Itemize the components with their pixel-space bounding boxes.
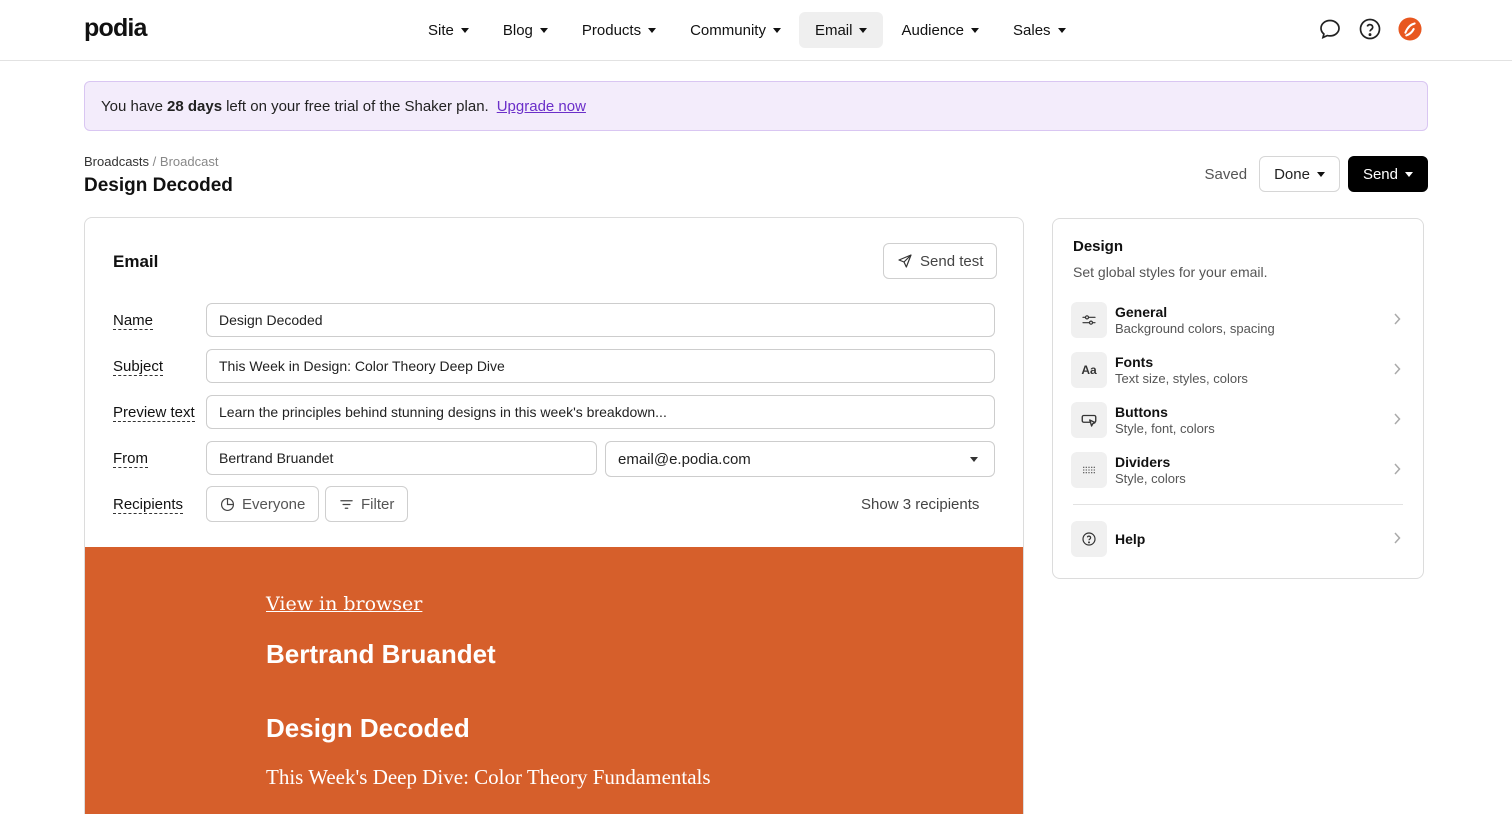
- chevron-right-icon: [1394, 413, 1401, 425]
- caret-down-icon: [970, 457, 978, 462]
- help-icon[interactable]: [1358, 17, 1382, 41]
- caret-down-icon: [648, 28, 657, 33]
- nav-audience[interactable]: Audience: [885, 12, 995, 48]
- caret-down-icon: [1405, 172, 1413, 177]
- nav-email[interactable]: Email: [798, 12, 884, 48]
- chevron-right-icon: [1394, 463, 1401, 475]
- email-preview: View in browser Bertrand Bruandet Design…: [85, 547, 1023, 814]
- email-card: Email Send test Name Design Decoded Subj…: [84, 217, 1024, 814]
- top-nav: podia Site Blog Products Community Email…: [0, 0, 1512, 61]
- trial-banner: You have 28 days left on your free trial…: [84, 81, 1428, 131]
- caret-down-icon: [971, 28, 980, 33]
- filter-icon: [340, 499, 353, 509]
- divider-icon: [1071, 452, 1107, 488]
- design-description: Set global styles for your email.: [1073, 264, 1268, 280]
- design-item-dividers[interactable]: Dividers Style, colors: [1071, 451, 1407, 489]
- everyone-button[interactable]: Everyone: [206, 486, 320, 522]
- preview-subtitle: This Week's Deep Dive: Color Theory Fund…: [266, 765, 711, 789]
- send-button[interactable]: Send: [1347, 156, 1428, 192]
- help-circle-icon: [1071, 521, 1107, 557]
- sliders-icon: [1071, 302, 1107, 338]
- chevron-right-icon: [1394, 313, 1401, 325]
- save-status: Saved: [1204, 165, 1248, 183]
- caret-down-icon: [1316, 172, 1325, 177]
- nav-products[interactable]: Products: [566, 12, 672, 48]
- button-cursor-icon: [1071, 402, 1107, 438]
- preview-sender: Bertrand Bruandet: [266, 639, 496, 669]
- chat-icon[interactable]: [1318, 17, 1342, 41]
- name-input[interactable]: Design Decoded: [206, 303, 995, 337]
- caret-down-icon: [772, 28, 781, 33]
- preview-text-label: Preview text: [113, 404, 195, 422]
- podia-logo[interactable]: podia: [84, 14, 147, 43]
- caret-down-icon: [859, 28, 868, 33]
- page-title: Design Decoded: [84, 175, 233, 196]
- send-test-button[interactable]: Send test: [883, 243, 998, 279]
- caret-down-icon: [1057, 28, 1066, 33]
- from-label: From: [113, 450, 148, 468]
- breadcrumb-broadcasts[interactable]: Broadcasts: [84, 154, 149, 169]
- email-heading: Email: [113, 252, 159, 271]
- caret-down-icon: [460, 28, 469, 33]
- name-label: Name: [113, 312, 154, 330]
- nav-community[interactable]: Community: [674, 12, 797, 48]
- subject-label: Subject: [113, 358, 164, 376]
- nav-site[interactable]: Site: [412, 12, 485, 48]
- header-actions: Saved Done Send: [1205, 156, 1428, 192]
- design-divider: [1073, 504, 1403, 505]
- breadcrumb-current: Broadcast: [159, 154, 219, 169]
- subject-input[interactable]: This Week in Design: Color Theory Deep D…: [206, 349, 995, 383]
- design-item-help[interactable]: Help: [1071, 520, 1407, 558]
- send-icon: [898, 254, 912, 268]
- caret-down-icon: [539, 28, 548, 33]
- fonts-icon: Aa: [1071, 352, 1107, 388]
- nav-sales[interactable]: Sales: [997, 12, 1082, 48]
- show-recipients-link[interactable]: Show 3 recipients: [861, 496, 979, 513]
- design-title: Design: [1073, 238, 1124, 255]
- design-panel: Design Set global styles for your email.…: [1052, 218, 1424, 579]
- design-item-fonts[interactable]: Aa Fonts Text size, styles, colors: [1071, 351, 1407, 389]
- chevron-right-icon: [1394, 532, 1401, 544]
- trial-days: 28 days: [167, 97, 223, 115]
- design-item-buttons[interactable]: Buttons Style, font, colors: [1071, 401, 1407, 439]
- preview-title: Design Decoded: [266, 713, 470, 743]
- view-in-browser-link[interactable]: View in browser: [266, 593, 422, 615]
- preview-text-input[interactable]: Learn the principles behind stunning des…: [206, 395, 995, 429]
- from-email-select[interactable]: email@e.podia.com: [605, 441, 995, 477]
- main-menu: Site Blog Products Community Email Audie…: [412, 12, 1084, 48]
- breadcrumb: Broadcasts / Broadcast: [84, 154, 219, 169]
- design-item-general[interactable]: General Background colors, spacing: [1071, 301, 1407, 339]
- done-button[interactable]: Done: [1259, 156, 1340, 192]
- avatar-icon[interactable]: [1398, 17, 1422, 41]
- pie-chart-icon: [220, 497, 235, 511]
- from-name-input[interactable]: Bertrand Bruandet: [206, 441, 597, 475]
- recipients-label: Recipients: [113, 496, 184, 514]
- filter-button[interactable]: Filter: [325, 486, 409, 522]
- chevron-right-icon: [1394, 363, 1401, 375]
- nav-blog[interactable]: Blog: [487, 12, 564, 48]
- nav-icons: [1318, 17, 1422, 41]
- upgrade-link[interactable]: Upgrade now: [497, 98, 586, 115]
